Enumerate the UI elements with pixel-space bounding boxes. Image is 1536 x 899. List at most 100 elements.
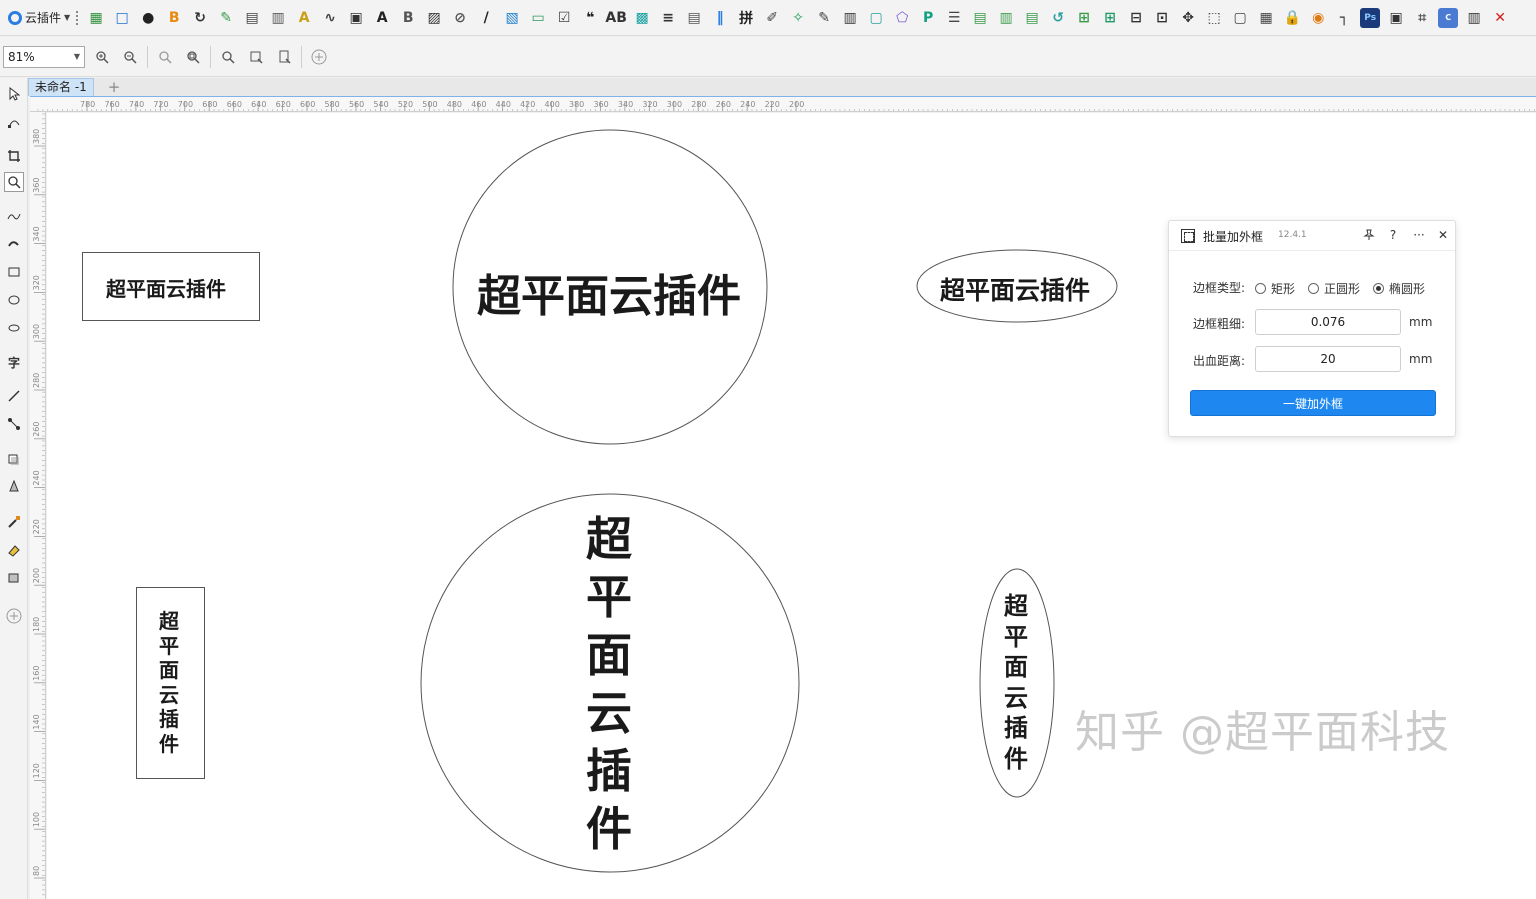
document-icon[interactable]: ▤ — [684, 8, 704, 28]
pen-a-icon[interactable]: ✎ — [216, 8, 236, 28]
toolbar-grip[interactable] — [76, 10, 79, 25]
text-ellipse-horizontal[interactable]: 超平面云插件 — [940, 271, 1090, 307]
quote-icon[interactable]: ❝ — [580, 8, 600, 28]
text-b-icon[interactable]: B — [398, 8, 418, 28]
grid-icon[interactable]: ▦ — [86, 8, 106, 28]
add-tab-icon[interactable]: + — [104, 78, 124, 96]
polygon-tool-icon[interactable] — [4, 318, 24, 338]
shadow-tool-icon[interactable] — [4, 450, 24, 470]
zoom-out-icon[interactable] — [119, 46, 141, 68]
pdf-icon[interactable]: ▤ — [242, 8, 262, 28]
text-circle-vertical[interactable]: 超平面云插件 — [586, 510, 632, 858]
connector-tool-icon[interactable] — [4, 414, 24, 434]
radio-ellipse[interactable]: 椭圆形 — [1373, 280, 1425, 297]
corner-icon[interactable]: ┐ — [1334, 8, 1354, 28]
ellipse-tool-icon[interactable] — [4, 290, 24, 310]
italic-icon[interactable]: / — [476, 8, 496, 28]
zoom-page-width-icon[interactable] — [245, 46, 267, 68]
expand-icon[interactable]: ⊟ — [1126, 8, 1146, 28]
group-icon[interactable]: ▤ — [970, 8, 990, 28]
transparency-tool-icon[interactable] — [4, 476, 24, 496]
text-a-icon[interactable]: A — [294, 8, 314, 28]
export-icon[interactable]: ✕ — [1490, 8, 1510, 28]
bars-icon[interactable]: ‖ — [710, 8, 730, 28]
text-circle-horizontal[interactable]: 超平面云插件 — [477, 260, 741, 324]
link-icon[interactable]: ⊘ — [450, 8, 470, 28]
move-icon[interactable]: ✥ — [1178, 8, 1198, 28]
layout-icon[interactable]: ▥ — [268, 8, 288, 28]
columns-icon[interactable]: ▥ — [1464, 8, 1484, 28]
pick-tool-icon[interactable] — [4, 84, 24, 104]
add-frame-button[interactable]: 一键加外框 — [1190, 390, 1436, 416]
plugin-menu[interactable]: 云插件 ▼ — [4, 5, 82, 31]
edit-icon[interactable]: ✐ — [762, 8, 782, 28]
add-tool-icon[interactable] — [4, 606, 24, 626]
layers-icon[interactable]: ▤ — [1022, 8, 1042, 28]
bleed-input[interactable] — [1255, 346, 1401, 372]
radio-circle[interactable]: 正圆形 — [1308, 280, 1360, 297]
border-width-input[interactable] — [1255, 309, 1401, 335]
add-toolbar-item-icon[interactable] — [308, 46, 330, 68]
zoom-page-icon[interactable] — [217, 46, 239, 68]
more-icon[interactable]: ··· — [1411, 227, 1427, 243]
zoom-in-icon[interactable] — [91, 46, 113, 68]
selection-icon[interactable]: ⬚ — [1204, 8, 1224, 28]
dimension-tool-icon[interactable] — [4, 386, 24, 406]
node-edit-icon[interactable]: ✎ — [814, 8, 834, 28]
transform-icon[interactable]: ▦ — [1256, 8, 1276, 28]
picture-icon[interactable]: ▧ — [502, 8, 522, 28]
pin-icon[interactable] — [1361, 227, 1377, 243]
resize-icon[interactable]: ⌗ — [1412, 8, 1432, 28]
p-circle-icon[interactable]: P — [918, 8, 938, 28]
help-icon[interactable]: ? — [1385, 227, 1401, 243]
image-frame-icon[interactable]: ▨ — [424, 8, 444, 28]
frame-icon[interactable]: ▢ — [866, 8, 886, 28]
shape-icon[interactable]: ⬠ — [892, 8, 912, 28]
rectangle-icon[interactable]: □ — [112, 8, 132, 28]
cdr-icon[interactable]: C — [1438, 7, 1459, 28]
monitor-icon[interactable]: ▭ — [528, 8, 548, 28]
artistic-media-tool-icon[interactable] — [4, 234, 24, 254]
zoom-tool-icon[interactable] — [4, 172, 24, 192]
lines-icon[interactable]: ☰ — [944, 8, 964, 28]
zoom-page-height-icon[interactable] — [273, 46, 295, 68]
box-icon[interactable]: ▢ — [1230, 8, 1250, 28]
text-tool-icon[interactable]: 字 — [4, 352, 24, 372]
shape-tool-icon[interactable] — [4, 112, 24, 132]
lock-icon[interactable]: 🔒 — [1282, 8, 1302, 28]
grid-line-icon[interactable]: ⊞ — [1100, 8, 1120, 28]
fit-icon[interactable]: ⊞ — [1074, 8, 1094, 28]
text-rect-horizontal[interactable]: 超平面云插件 — [106, 273, 226, 302]
text-bold-a-icon[interactable]: A — [372, 8, 392, 28]
rectangle-tool-icon[interactable] — [4, 262, 24, 282]
interactive-fill-tool-icon[interactable] — [4, 540, 24, 560]
close-icon[interactable]: ✕ — [1435, 227, 1451, 243]
text-align-icon[interactable]: ≡ — [658, 8, 678, 28]
join-icon[interactable]: 拼 — [736, 8, 756, 28]
zoom-all-icon[interactable] — [182, 46, 204, 68]
qr-icon[interactable]: ▩ — [632, 8, 652, 28]
smart-fill-tool-icon[interactable] — [4, 568, 24, 588]
zoom-level-select[interactable]: 81% ▼ — [3, 45, 85, 68]
copy-icon[interactable]: ⊡ — [1152, 8, 1172, 28]
checkbox-icon[interactable]: ☑ — [554, 8, 574, 28]
zoom-selected-icon[interactable] — [154, 46, 176, 68]
refresh-icon[interactable]: ↻ — [190, 8, 210, 28]
image-icon[interactable]: ▣ — [346, 8, 366, 28]
ps-icon[interactable]: Ps — [1360, 7, 1381, 28]
color-icon[interactable]: ◉ — [1308, 8, 1328, 28]
badge-123-icon[interactable]: ● — [138, 8, 158, 28]
eyedropper-tool-icon[interactable] — [4, 512, 24, 532]
tab-document[interactable]: 未命名 -1 — [28, 78, 94, 96]
dialog-titlebar[interactable]: 批量加外框 12.4.1 ? ··· ✕ — [1169, 221, 1455, 251]
freehand-tool-icon[interactable] — [4, 206, 24, 226]
radio-rectangle[interactable]: 矩形 — [1255, 280, 1295, 297]
align-icon[interactable]: ▥ — [996, 8, 1016, 28]
curve-icon[interactable]: ∿ — [320, 8, 340, 28]
bitmap-icon[interactable]: ▣ — [1386, 8, 1406, 28]
nodes-icon[interactable]: ✧ — [788, 8, 808, 28]
rotate-icon[interactable]: ↺ — [1048, 8, 1068, 28]
crop-icon[interactable]: ▥ — [840, 8, 860, 28]
bold-b-icon[interactable]: B — [164, 8, 184, 28]
crop-tool-icon[interactable] — [4, 146, 24, 166]
